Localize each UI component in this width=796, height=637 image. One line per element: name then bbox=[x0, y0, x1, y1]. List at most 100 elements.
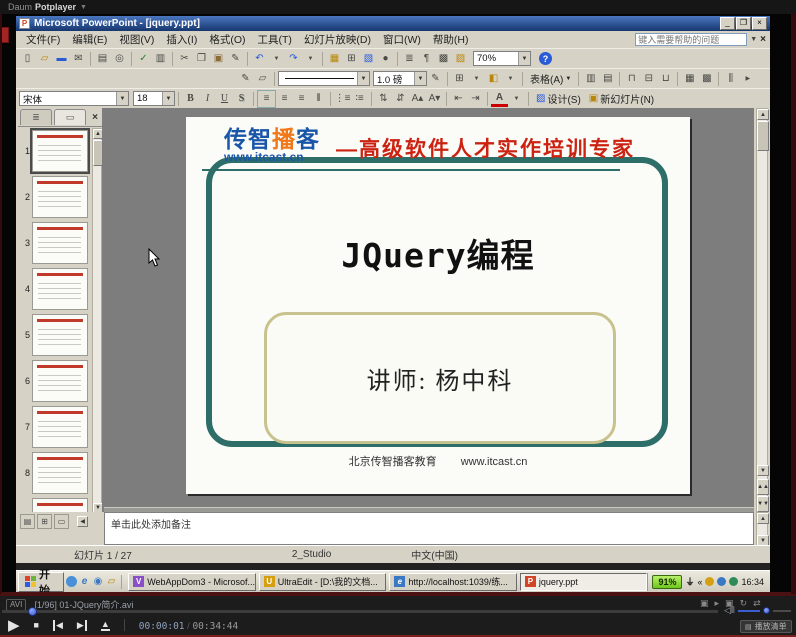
cut-icon[interactable]: ✂ bbox=[176, 51, 193, 67]
network-icon[interactable] bbox=[729, 577, 738, 586]
print-preview-icon[interactable]: ◎ bbox=[111, 51, 128, 67]
previous-slide-button[interactable]: ▲▲ bbox=[757, 479, 769, 495]
menu-file[interactable]: 文件(F) bbox=[20, 31, 66, 48]
maximize-button[interactable]: ❐ bbox=[736, 17, 751, 30]
prev-frame-icon[interactable]: ▣ bbox=[700, 598, 709, 609]
slides-tab[interactable]: ▭ bbox=[54, 109, 86, 125]
text-direction-icon[interactable]: ⫼ bbox=[722, 71, 739, 87]
italic-button[interactable]: I bbox=[199, 91, 216, 107]
scroll-up-icon[interactable]: ▲ bbox=[757, 513, 769, 524]
more-buttons-icon[interactable]: ▶ bbox=[739, 71, 756, 87]
align-right-button[interactable]: ≡ bbox=[293, 91, 310, 107]
print-icon[interactable]: ▤ bbox=[94, 51, 111, 67]
menu-help[interactable]: 帮助(H) bbox=[427, 31, 475, 48]
playlist-button[interactable]: ▤ 播放清单 bbox=[740, 620, 792, 633]
align-left-button[interactable]: ≡ bbox=[257, 90, 276, 108]
design-button[interactable]: ▨ 设计(S) bbox=[532, 91, 585, 106]
messenger-icon[interactable] bbox=[717, 577, 726, 586]
taskbar-button-webappdom[interactable]: V WebAppDom3 - Microsof... bbox=[128, 573, 256, 591]
taskbar-button-ultraedit[interactable]: U UltraEdit - [D:\我的文档... bbox=[259, 573, 387, 591]
thumbnail-slide-9[interactable] bbox=[32, 498, 88, 512]
increase-indent-button[interactable]: ⇥ bbox=[467, 91, 484, 107]
undo-icon[interactable]: ↶ bbox=[251, 51, 268, 67]
tables-borders-icon[interactable]: ▧ bbox=[360, 51, 377, 67]
thumbnail-slide-2[interactable] bbox=[32, 176, 88, 218]
redo-dropdown-icon[interactable]: ▼ bbox=[302, 51, 319, 67]
office-help-icon[interactable]: ? bbox=[539, 52, 552, 65]
thumbnail-row[interactable]: 5 bbox=[20, 314, 90, 356]
close-button[interactable]: × bbox=[752, 17, 767, 30]
panel-close-icon[interactable]: × bbox=[92, 112, 98, 123]
power-plug-icon[interactable]: ⏚ bbox=[685, 575, 694, 588]
thumbnail-row[interactable]: 7 bbox=[20, 406, 90, 448]
align-top-icon[interactable]: ⊓ bbox=[623, 71, 640, 87]
taskbar-button-localhost[interactable]: e http://localhost:1039/练... bbox=[389, 573, 517, 591]
thumbnail-slide-5[interactable] bbox=[32, 314, 88, 356]
quicklaunch-daum-icon[interactable] bbox=[64, 574, 77, 589]
menu-view[interactable]: 视图(V) bbox=[113, 31, 160, 48]
slide-canvas[interactable]: 传智播客 www.itcast.cn —高级软件人才实作培训专家 JQuery编… bbox=[186, 117, 690, 494]
thumbnail-slide-4[interactable] bbox=[32, 268, 88, 310]
editor-scrollbar[interactable]: ▲ ▼ ▲▲ ▼▼ bbox=[756, 108, 768, 512]
normal-view-button[interactable]: ▤ bbox=[20, 514, 35, 529]
help-question-input[interactable] bbox=[635, 33, 747, 46]
bullet-list-button[interactable]: ∶≡ bbox=[351, 91, 368, 107]
format-painter-icon[interactable]: ✎ bbox=[227, 51, 244, 67]
thumbnail-slide-3[interactable] bbox=[32, 222, 88, 264]
open-media-button[interactable]: ▲ bbox=[101, 619, 110, 631]
mail-icon[interactable]: ✉ bbox=[70, 51, 87, 67]
redo-icon[interactable]: ↷ bbox=[285, 51, 302, 67]
previous-button[interactable]: ◀ bbox=[53, 620, 63, 631]
menu-edit[interactable]: 编辑(E) bbox=[66, 31, 113, 48]
seek-bar[interactable] bbox=[2, 610, 718, 613]
notes-pane[interactable]: 单击此处添加备注 bbox=[104, 512, 754, 545]
tray-clock[interactable]: 16:34 bbox=[741, 577, 764, 587]
thumbnail-scrollbar[interactable]: ▲ ▼ bbox=[92, 128, 102, 512]
line-spacing-down-icon[interactable]: ⇵ bbox=[392, 91, 409, 107]
save-icon[interactable]: ▬ bbox=[53, 51, 70, 67]
slide-sorter-button[interactable]: ⊞ bbox=[37, 514, 52, 529]
font-color-button[interactable]: A bbox=[491, 91, 508, 107]
line-width-combo[interactable]: 1.0 磅▼ bbox=[373, 71, 427, 86]
paste-icon[interactable]: ▣ bbox=[210, 51, 227, 67]
quicklaunch-msn-icon[interactable]: ◉ bbox=[91, 574, 104, 589]
font-size-combo[interactable]: 18▼ bbox=[133, 91, 175, 106]
outline-tab[interactable]: ≣ bbox=[20, 109, 52, 125]
scroll-up-icon[interactable]: ▲ bbox=[757, 109, 769, 120]
help-dropdown-icon[interactable]: ▼ bbox=[750, 36, 757, 43]
fill-dropdown-icon[interactable]: ▼ bbox=[502, 71, 519, 87]
insert-table-icon[interactable]: ⊞ bbox=[343, 51, 360, 67]
shadow-button[interactable]: S bbox=[233, 91, 250, 107]
stop-button[interactable]: ■ bbox=[34, 620, 39, 630]
merge-cells-icon[interactable]: ▥ bbox=[582, 71, 599, 87]
font-name-combo[interactable]: 宋体▼ bbox=[19, 91, 129, 106]
distribute-columns-icon[interactable]: ▩ bbox=[698, 71, 715, 87]
copy-icon[interactable]: ❐ bbox=[193, 51, 210, 67]
minimize-button[interactable]: _ bbox=[720, 17, 735, 30]
insert-hyperlink-icon[interactable]: ● bbox=[377, 51, 394, 67]
thumbnail-row[interactable]: 6 bbox=[20, 360, 90, 402]
thumbnail-row[interactable]: 8 bbox=[20, 452, 90, 494]
insert-chart-icon[interactable]: ▦ bbox=[326, 51, 343, 67]
play-small-icon[interactable]: ▸ bbox=[715, 598, 720, 609]
menu-format[interactable]: 格式(O) bbox=[203, 31, 251, 48]
table-menu-button[interactable]: 表格(A) ▼ bbox=[526, 71, 575, 86]
slide-title[interactable]: JQuery编程 bbox=[186, 229, 690, 277]
distribute-rows-icon[interactable]: ▦ bbox=[681, 71, 698, 87]
zoom-combo[interactable]: 70%▼ bbox=[473, 51, 531, 66]
volume-knob[interactable] bbox=[763, 607, 770, 614]
fill-color-icon[interactable]: ◧ bbox=[485, 71, 502, 87]
draw-table-icon[interactable]: ✎ bbox=[237, 71, 254, 87]
center-vertically-icon[interactable]: ⊟ bbox=[640, 71, 657, 87]
borders-icon[interactable]: ⊞ bbox=[451, 71, 468, 87]
font-color-dropdown-icon[interactable]: ▼ bbox=[508, 91, 525, 107]
powerpoint-titlebar[interactable]: P Microsoft PowerPoint - [jquery.ppt] _ … bbox=[16, 16, 770, 31]
quicklaunch-desktop-icon[interactable]: ▱ bbox=[105, 574, 118, 589]
split-cells-icon[interactable]: ▤ bbox=[599, 71, 616, 87]
thumbnail-slide-6[interactable] bbox=[32, 360, 88, 402]
expand-all-icon[interactable]: ≣ bbox=[401, 51, 418, 67]
taskbar-button-jqueryppt[interactable]: P jquery.ppt bbox=[520, 573, 648, 591]
play-button[interactable]: ▶ bbox=[8, 616, 20, 634]
scroll-down-icon[interactable]: ▼ bbox=[93, 503, 102, 512]
seek-knob[interactable] bbox=[28, 607, 37, 616]
